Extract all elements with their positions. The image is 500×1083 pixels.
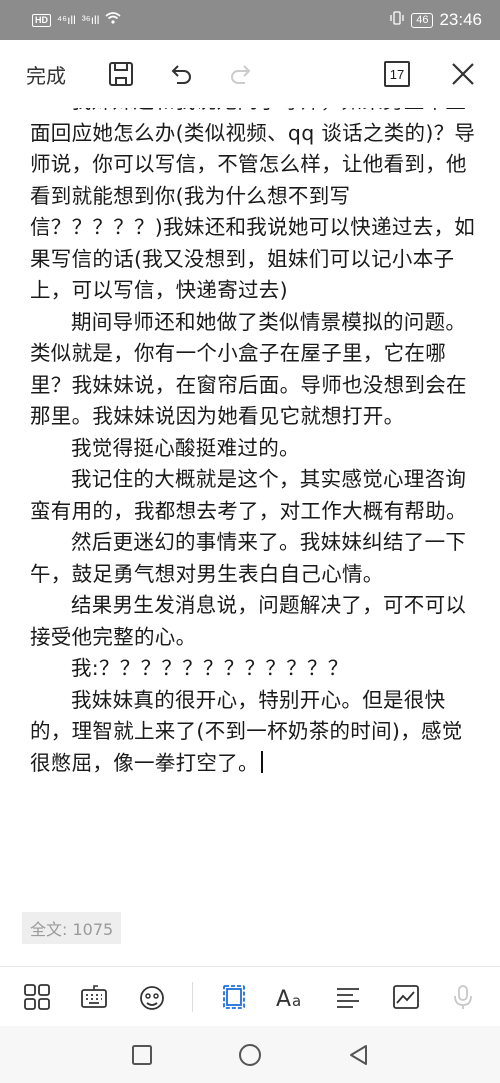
microphone-icon[interactable] — [446, 980, 480, 1014]
font-style-icon[interactable]: Aa — [274, 980, 308, 1014]
paragraph-last-text: 我妹妹真的很开心，特别开心。但是很快的，理智就上来了(不到一杯奶茶的时间)，感觉… — [30, 687, 463, 775]
paragraph: 结果男生发消息说，问题解决了，可不可以接受他完整的心。 — [30, 593, 467, 649]
keyboard-icon[interactable] — [77, 980, 111, 1014]
count-badge-button[interactable]: 17 — [384, 61, 410, 87]
hd-badge: HD — [32, 13, 51, 27]
done-button[interactable]: 完成 — [26, 60, 66, 89]
text-cursor — [260, 750, 263, 773]
paragraph: 我妹妹还和我说她问了导师，如果男生不正面回应她怎么办(类似视频、qq 谈话之类的… — [30, 108, 476, 302]
status-right: 46 23:46 — [389, 10, 482, 30]
recents-icon[interactable] — [129, 1042, 155, 1068]
navigation-bar — [0, 1026, 500, 1083]
close-icon[interactable] — [446, 57, 480, 91]
back-icon[interactable] — [345, 1042, 371, 1068]
emoji-icon[interactable] — [135, 980, 169, 1014]
chart-image-icon[interactable] — [389, 980, 423, 1014]
signal-1: ⁴⁶ıll — [57, 13, 76, 27]
paragraph-last: 我妹妹真的很开心，特别开心。但是很快的，理智就上来了(不到一杯奶茶的时间)，感觉… — [30, 685, 476, 780]
svg-text:a: a — [292, 992, 301, 1010]
svg-text:A: A — [276, 987, 291, 1011]
word-count-label: 全文: 1075 — [22, 912, 122, 944]
paragraph: 我觉得挺心酸挺难过的。 — [71, 435, 300, 460]
note-text[interactable]: 我妹妹还和我说她问了导师，如果男生不正面回应她怎么办(类似视频、qq 谈话之类的… — [30, 108, 476, 779]
battery-indicator: 46 — [411, 12, 434, 28]
vibrate-icon — [389, 10, 405, 30]
grid-apps-icon[interactable] — [20, 980, 54, 1014]
save-icon[interactable] — [104, 57, 138, 91]
paragraph: 我记住的大概就是这个，其实感觉心理咨询蛮有用的，我都想去考了，对工作大概有帮助。 — [30, 467, 467, 523]
editor-toolbar: 完成 17 — [0, 40, 500, 108]
format-toolbar: Aa — [0, 966, 500, 1026]
paragraph: 然后更迷幻的事情来了。我妹妹纠结了一下午，鼓足勇气想对男生表白自己心情。 — [30, 530, 467, 586]
status-left: HD ⁴⁶ıll ³⁶ıll — [32, 11, 121, 29]
paragraph: 我:？？？？？？？？？？？？ — [71, 656, 349, 680]
status-time: 23:46 — [439, 10, 482, 29]
home-icon[interactable] — [237, 1042, 263, 1068]
toolbar-divider — [192, 981, 194, 1012]
note-content[interactable]: 我妹妹还和我说她问了导师，如果男生不正面回应她怎么办(类似视频、qq 谈话之类的… — [0, 108, 500, 968]
full-width-icon[interactable] — [217, 980, 251, 1014]
wifi-icon — [105, 11, 121, 29]
undo-icon[interactable] — [164, 57, 198, 91]
paragraph: 期间导师还和她做了类似情景模拟的问题。类似就是，你有一个小盒子在屋子里，它在哪里… — [30, 309, 467, 429]
redo-icon[interactable] — [224, 57, 258, 91]
signal-2: ³⁶ıll — [81, 13, 100, 27]
align-left-icon[interactable] — [331, 980, 365, 1014]
status-bar: HD ⁴⁶ıll ³⁶ıll 46 23:46 — [0, 0, 500, 40]
